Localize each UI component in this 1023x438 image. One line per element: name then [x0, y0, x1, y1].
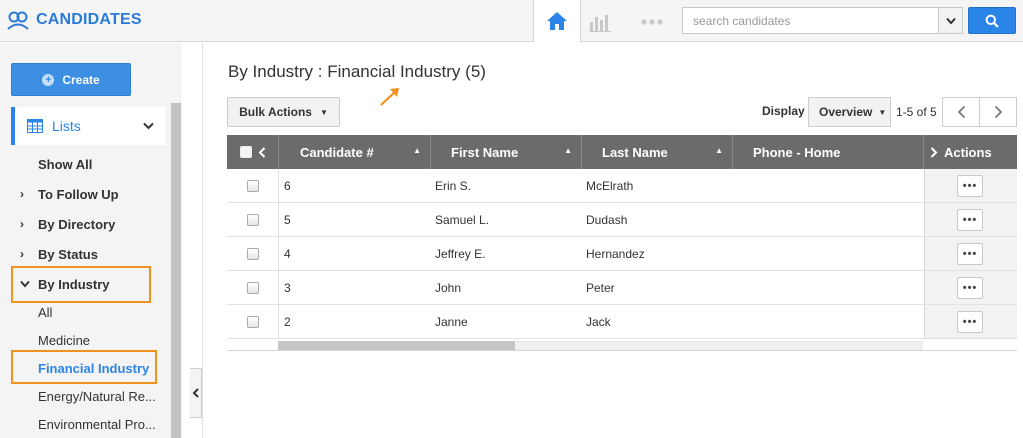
column-last-name[interactable]: Last Name ▲ [582, 135, 733, 169]
row-checkbox[interactable] [247, 282, 259, 294]
cell-last-name[interactable]: McElrath [586, 169, 633, 203]
caret-down-icon: ▼ [319, 107, 328, 117]
sidebar-item-by-directory[interactable]: › By Directory [20, 214, 115, 234]
cell-candidate-number: 4 [284, 247, 291, 261]
chevron-right-icon [994, 105, 1002, 119]
row-checkbox[interactable] [247, 248, 259, 260]
create-button-label: Create [62, 72, 100, 87]
select-all-checkbox[interactable] [239, 146, 252, 158]
sidebar-item-show-all[interactable]: Show All [38, 154, 92, 174]
row-checkbox[interactable] [247, 316, 259, 328]
pager-next-button[interactable] [979, 97, 1017, 127]
home-button[interactable] [533, 0, 581, 42]
row-actions-button[interactable]: ••• [957, 209, 983, 231]
search-dropdown-button[interactable] [938, 8, 962, 33]
chevron-left-icon [192, 388, 199, 398]
top-bar: CANDIDATES [0, 0, 1023, 42]
sidebar-item-to-follow-up[interactable]: › To Follow Up [20, 184, 119, 204]
search-input[interactable] [683, 8, 938, 33]
main-divider [202, 43, 203, 438]
row-actions-button[interactable]: ••• [957, 277, 983, 299]
display-label: Display [762, 104, 805, 118]
chevron-right-icon: › [20, 187, 24, 201]
column-first-name[interactable]: First Name ▲ [431, 135, 582, 169]
row-actions-button[interactable]: ••• [957, 175, 983, 197]
sort-up-icon: ▲ [715, 146, 723, 155]
table-row[interactable]: 2 Janne Jack [227, 305, 1017, 339]
cell-first-name[interactable]: John [435, 271, 461, 305]
display-select[interactable]: Overview ▼ [808, 97, 891, 127]
row-checkbox[interactable] [247, 180, 259, 192]
cell-first-name[interactable]: Janne [435, 305, 468, 339]
cell-candidate-number: 3 [284, 281, 291, 295]
create-button[interactable]: + Create [11, 63, 131, 96]
cell-first-name[interactable]: Jeffrey E. [435, 237, 485, 271]
chevron-down-icon [143, 122, 154, 130]
arrow-pointer-icon [380, 88, 399, 106]
brand[interactable]: CANDIDATES [6, 8, 142, 32]
cell-last-name[interactable]: Hernandez [586, 237, 645, 271]
select-all-header [227, 135, 279, 169]
highlight-by-industry [11, 266, 151, 303]
cell-candidate-number: 6 [284, 179, 291, 193]
search-button[interactable] [968, 7, 1016, 34]
search-box [682, 7, 963, 34]
column-actions[interactable]: Actions [924, 135, 1017, 169]
sidebar-collapse-button[interactable] [190, 368, 202, 418]
table-row[interactable]: 5 Samuel L. Dudash [227, 203, 1017, 237]
row-actions-button[interactable]: ••• [957, 311, 983, 333]
cell-last-name[interactable]: Dudash [586, 203, 627, 237]
highlight-financial-industry [11, 350, 157, 384]
pager-count: 1-5 of 5 [896, 105, 937, 119]
chevron-right-icon [930, 146, 938, 158]
row-actions-button[interactable]: ••• [957, 243, 983, 265]
table-header: Candidate # ▲ First Name ▲ Last Name ▲ P… [227, 135, 1017, 169]
table-row[interactable]: 6 Erin S. McElrath [227, 169, 1017, 203]
search-icon [985, 14, 999, 28]
page-title: By Industry : Financial Industry (5) [228, 62, 486, 81]
column-phone-home[interactable]: Phone - Home [733, 135, 924, 169]
chevron-down-icon [945, 17, 956, 25]
sidebar-sub-medicine[interactable]: Medicine [38, 330, 90, 350]
column-candidate-number[interactable]: Candidate # ▲ [279, 135, 431, 169]
table-row[interactable]: 4 Jeffrey E. Hernandez [227, 237, 1017, 271]
chevron-left-icon [957, 105, 965, 119]
cell-last-name[interactable]: Jack [586, 305, 611, 339]
lists-label: Lists [52, 118, 81, 134]
pager-prev-button[interactable] [942, 97, 980, 127]
sidebar-scrollbar[interactable] [171, 103, 181, 438]
table-scroll-thumb[interactable] [278, 341, 515, 350]
sidebar: + Create Lists Show All › To Follow Up ›… [0, 43, 182, 438]
column-divider [278, 169, 279, 339]
sidebar-sub-all[interactable]: All [38, 302, 52, 322]
chevron-left-icon[interactable] [258, 146, 266, 158]
plus-circle-icon: + [42, 73, 55, 86]
table-row[interactable]: 3 John Peter [227, 271, 1017, 305]
cell-candidate-number: 5 [284, 213, 291, 227]
more-button[interactable] [637, 12, 667, 32]
caret-down-icon: ▼ [878, 107, 887, 117]
sidebar-sub-energy[interactable]: Energy/Natural Re... [38, 386, 156, 406]
candidates-logo-icon [7, 11, 29, 30]
more-dots-icon [641, 19, 663, 25]
chevron-right-icon: › [20, 247, 24, 261]
table-bottom-border [227, 350, 1017, 351]
home-icon [547, 12, 567, 30]
sidebar-sub-environmental[interactable]: Environmental Pro... [38, 414, 156, 434]
cell-first-name[interactable]: Erin S. [435, 169, 471, 203]
cell-last-name[interactable]: Peter [586, 271, 615, 305]
bar-chart-icon [589, 15, 611, 32]
app-title: CANDIDATES [36, 11, 142, 28]
sort-up-icon: ▲ [413, 146, 421, 155]
sidebar-item-by-status[interactable]: › By Status [20, 244, 98, 264]
reports-button[interactable] [585, 11, 615, 33]
cell-first-name[interactable]: Samuel L. [435, 203, 489, 237]
grid-list-icon [27, 119, 43, 133]
lists-header[interactable]: Lists [11, 107, 166, 145]
chevron-right-icon: › [20, 217, 24, 231]
cell-candidate-number: 2 [284, 315, 291, 329]
bulk-actions-button[interactable]: Bulk Actions ▼ [227, 97, 340, 127]
row-checkbox[interactable] [247, 214, 259, 226]
sort-up-icon: ▲ [564, 146, 572, 155]
